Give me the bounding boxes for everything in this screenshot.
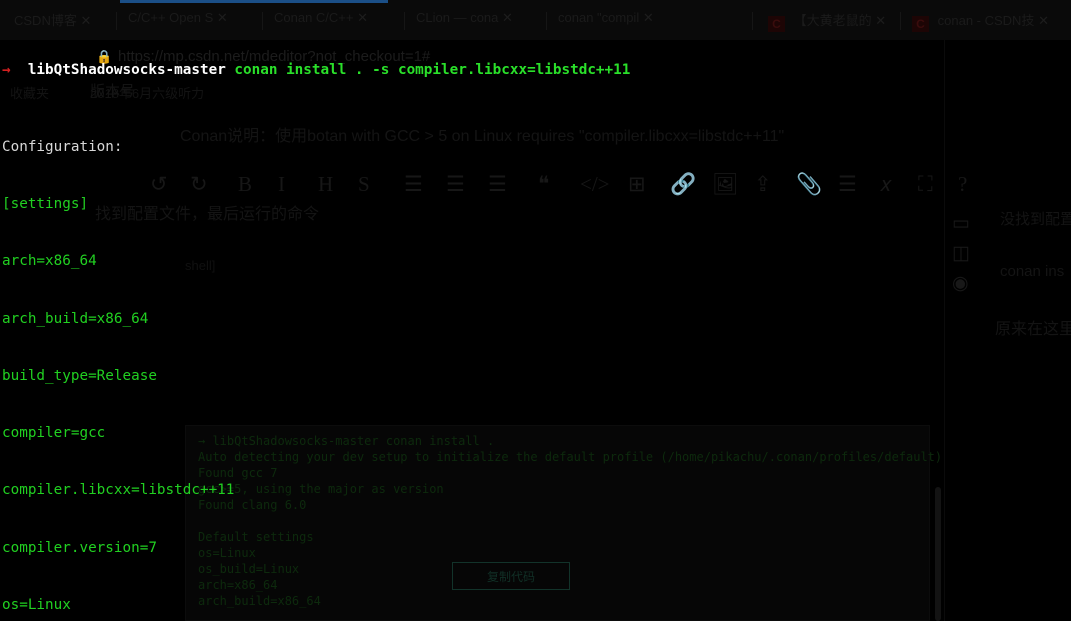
setting-compiler-version: compiler.version=7 <box>2 539 157 556</box>
setting-os: os=Linux <box>2 596 71 613</box>
setting-arch-build: arch_build=x86_64 <box>2 310 149 327</box>
configuration-header: Configuration: <box>2 138 123 155</box>
prompt-command-text: conan install . -s compiler.libcxx=libst… <box>234 62 631 79</box>
setting-arch: arch=x86_64 <box>2 253 97 270</box>
prompt-cwd <box>11 62 28 78</box>
setting-build-type: build_type=Release <box>2 367 157 384</box>
settings-section-header: [settings] <box>2 195 89 212</box>
prompt-cwd-text: libQtShadowsocks-master <box>27 62 226 79</box>
screenshot-root: CSDN博客 ✕ C/C++ Open S ✕ Conan C/C++ ✕ CL… <box>0 0 1071 621</box>
setting-compiler-libcxx: compiler.libcxx=libstdc++11 <box>2 482 235 499</box>
setting-compiler: compiler=gcc <box>2 425 106 442</box>
terminal-output[interactable]: → libQtShadowsocks-master conan install … <box>0 0 1071 621</box>
prompt-arrow-icon: → <box>2 62 11 79</box>
prompt-line: → libQtShadowsocks-master conan install … <box>2 61 1071 80</box>
